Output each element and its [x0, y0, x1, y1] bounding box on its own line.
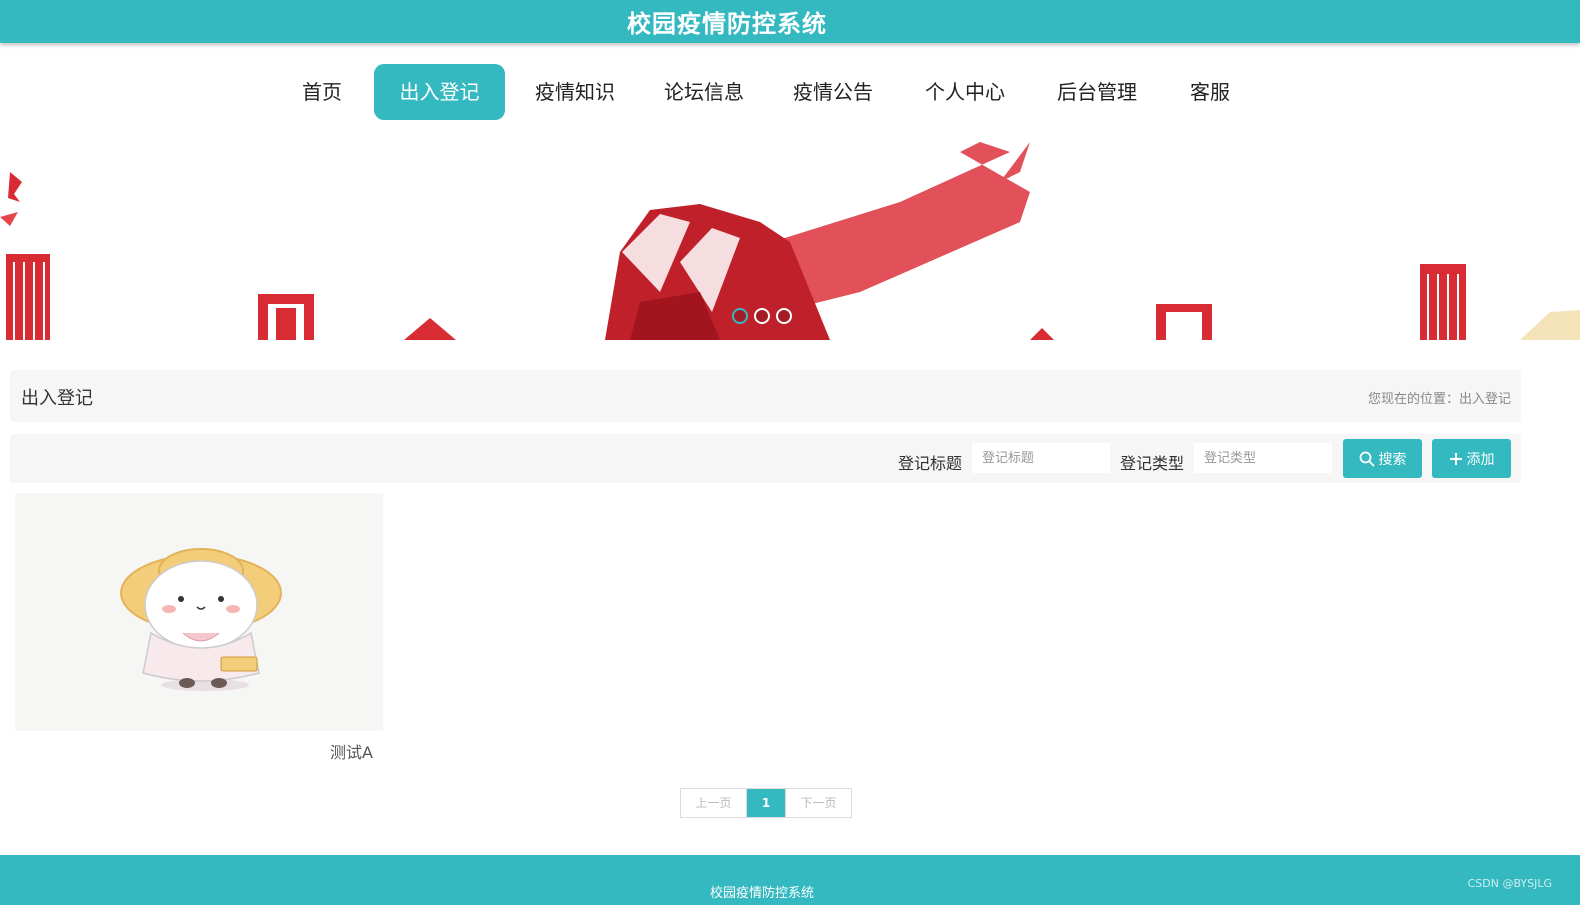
nav-item-customer-service[interactable]: 客服	[1180, 64, 1240, 120]
type-filter-label: 登记类型	[1120, 454, 1185, 473]
current-page-button[interactable]: 1	[747, 789, 785, 817]
add-button-label: 添加	[1466, 451, 1495, 468]
search-button[interactable]: 搜索	[1343, 439, 1422, 478]
next-page-button[interactable]: 下一页	[785, 789, 851, 817]
type-search-input[interactable]	[1194, 443, 1332, 473]
carousel-dot-2[interactable]	[754, 308, 770, 324]
prev-page-button[interactable]: 上一页	[681, 789, 747, 817]
nav-item-forum[interactable]: 论坛信息	[654, 64, 754, 120]
top-header-bar: 校园疫情防控系统	[0, 0, 1580, 43]
search-icon	[1359, 451, 1374, 466]
title-filter-label: 登记标题	[898, 454, 963, 473]
main-nav: 首页 出入登记 疫情知识 论坛信息 疫情公告 个人中心 后台管理 客服	[0, 64, 1580, 120]
banner-carousel[interactable]	[0, 142, 1580, 340]
footer: 校园疫情防控系统 CSDN @BYSJLG	[0, 855, 1580, 905]
nav-item-home[interactable]: 首页	[282, 64, 362, 120]
search-button-label: 搜索	[1378, 451, 1407, 468]
page-title: 出入登记	[21, 388, 93, 409]
watermark: CSDN @BYSJLG	[1467, 877, 1552, 890]
add-button[interactable]: 添加	[1432, 439, 1511, 478]
nav-item-announcements[interactable]: 疫情公告	[783, 64, 883, 120]
carousel-dot-3[interactable]	[776, 308, 792, 324]
section-header: 出入登记 您现在的位置：出入登记	[10, 370, 1521, 422]
title-search-input[interactable]	[972, 443, 1110, 473]
record-card[interactable]: 测试A	[15, 493, 383, 762]
carousel-dots	[732, 308, 792, 328]
plus-icon	[1449, 452, 1462, 465]
record-thumbnail	[15, 493, 383, 731]
carousel-dot-1[interactable]	[732, 308, 748, 324]
search-toolbar: 登记标题 登记类型 搜索 添加	[10, 434, 1521, 483]
nav-item-entry-register[interactable]: 出入登记	[374, 64, 505, 120]
footer-title: 校园疫情防控系统	[710, 886, 815, 901]
nav-item-epidemic-knowledge[interactable]: 疫情知识	[525, 64, 625, 120]
site-title: 校园疫情防控系统	[627, 10, 827, 38]
nav-item-admin[interactable]: 后台管理	[1047, 64, 1147, 120]
nav-item-personal-center[interactable]: 个人中心	[915, 64, 1015, 120]
pagination: 上一页 1 下一页	[680, 788, 852, 818]
breadcrumb: 您现在的位置：出入登记	[1367, 392, 1511, 407]
record-image	[120, 548, 282, 691]
record-caption: 测试A	[330, 743, 373, 762]
